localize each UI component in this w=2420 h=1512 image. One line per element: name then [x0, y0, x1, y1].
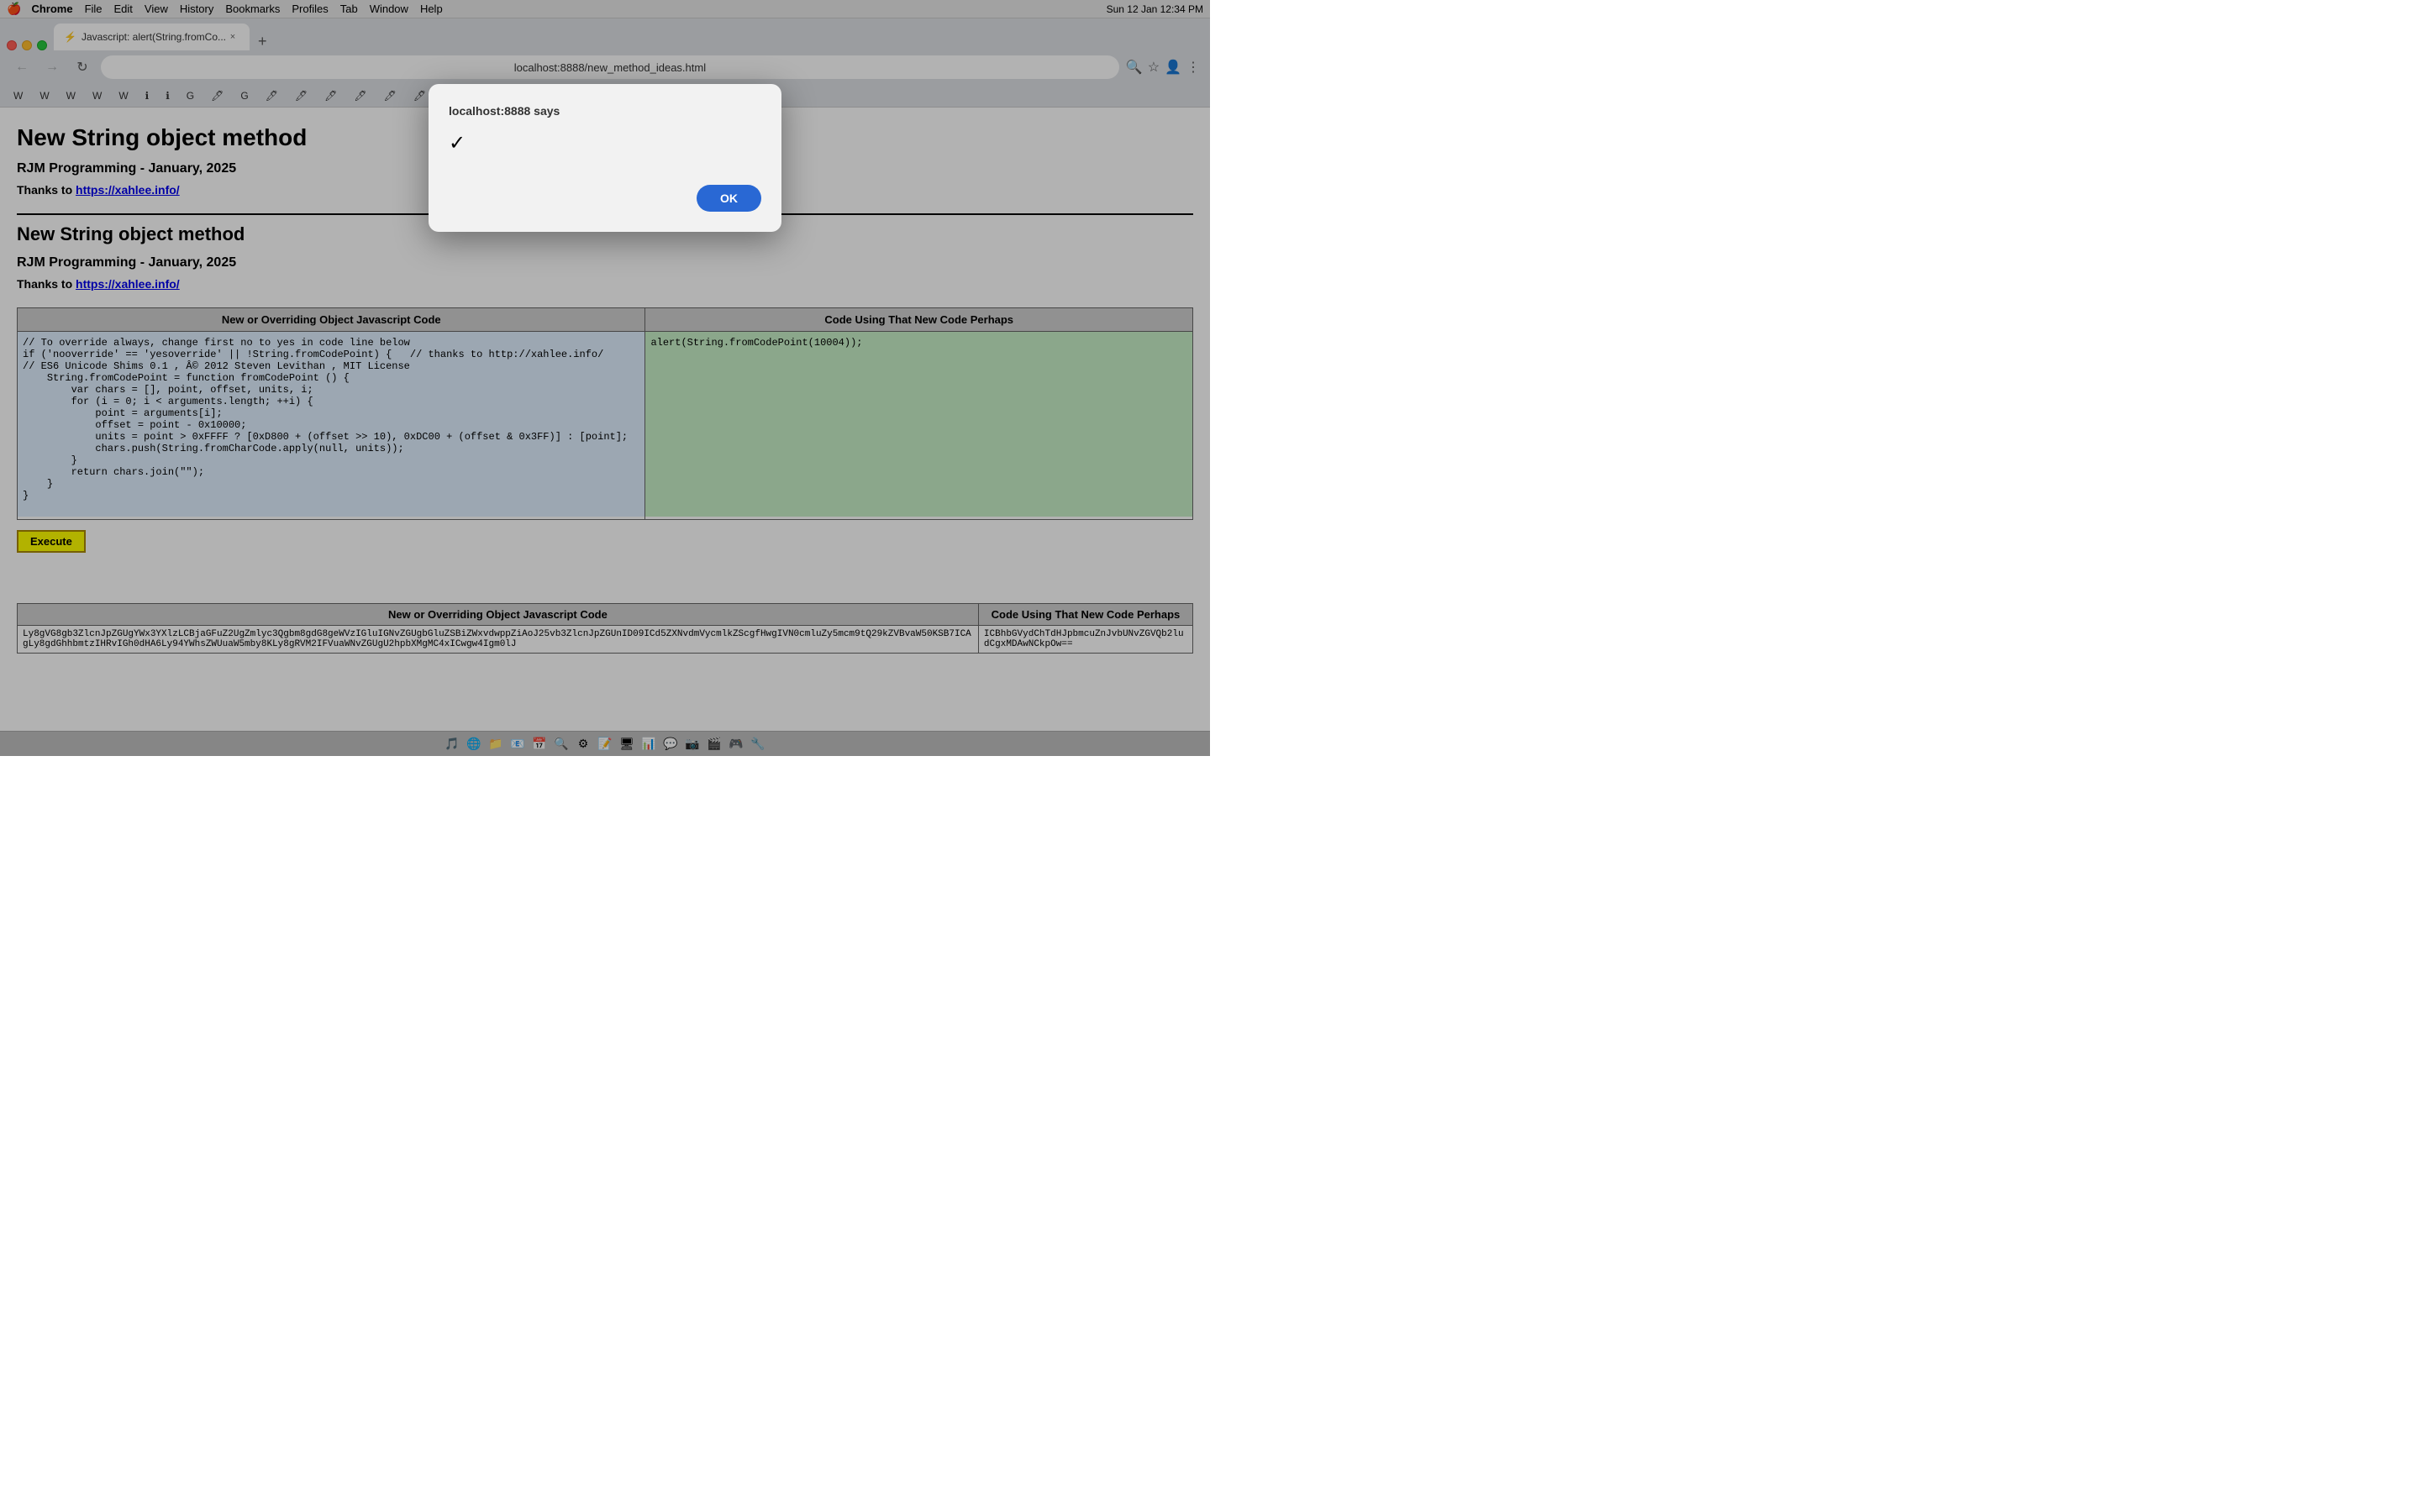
dialog-ok-button[interactable]: OK	[697, 185, 761, 212]
dialog-box: localhost:8888 says ✓ OK	[429, 84, 781, 232]
dialog-message: ✓	[449, 131, 761, 165]
dialog-title: localhost:8888 says	[449, 104, 761, 118]
dialog-buttons: OK	[449, 185, 761, 212]
dialog-overlay: localhost:8888 says ✓ OK	[0, 0, 1210, 756]
